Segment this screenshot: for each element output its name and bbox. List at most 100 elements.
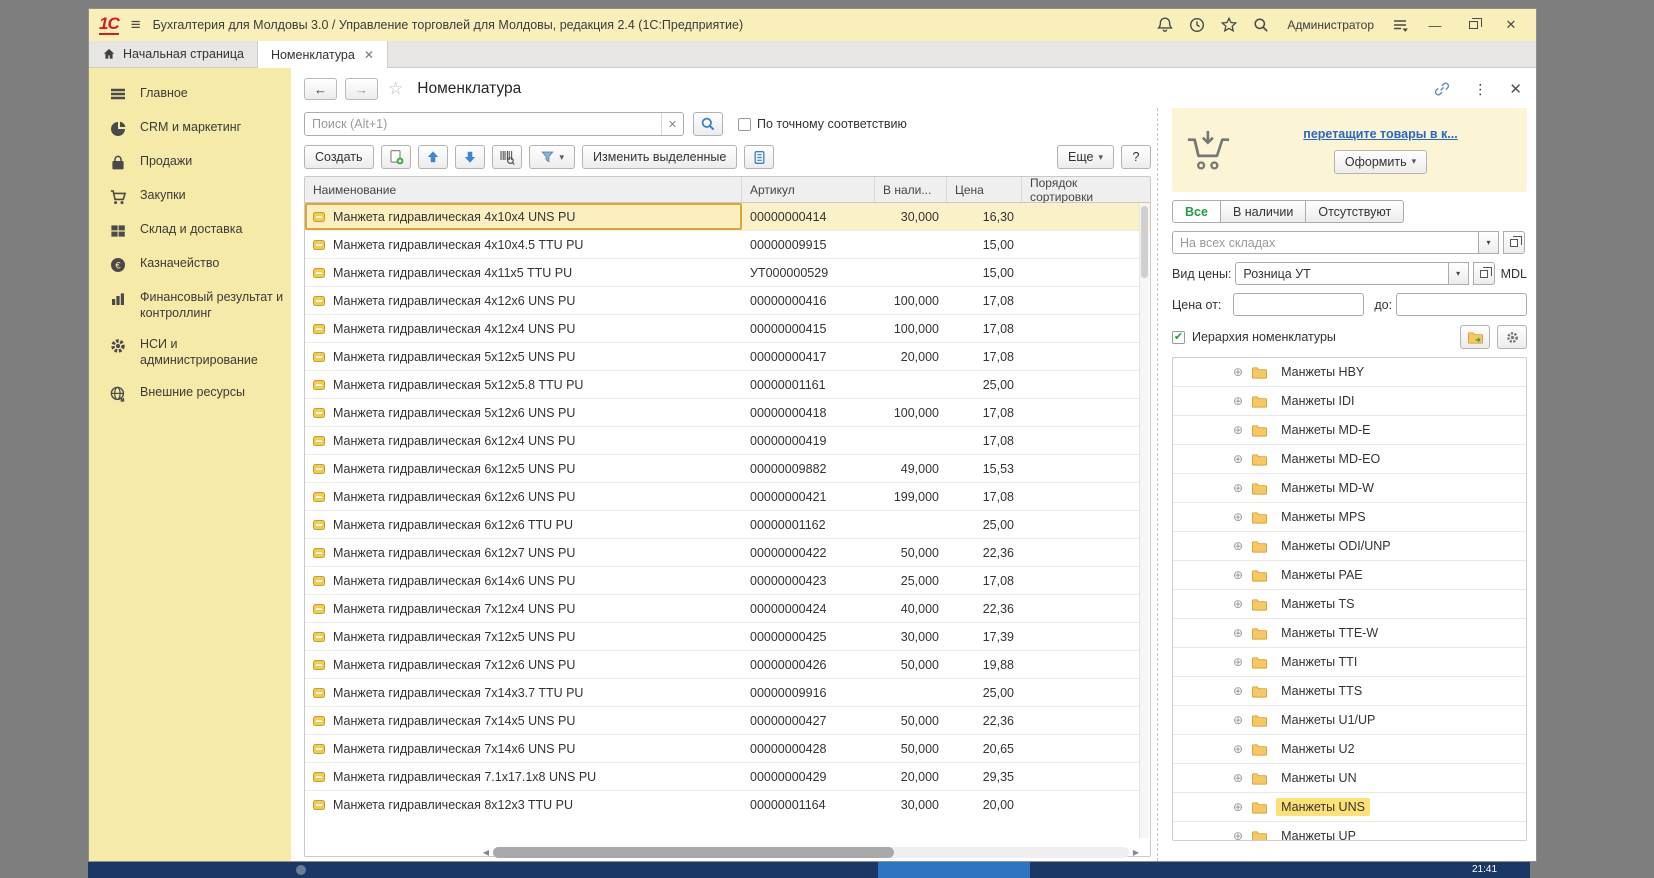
column-header-price[interactable]: Цена [947,177,1022,202]
sidebar-item-nsi-admin[interactable]: НСИ и администрирование [89,329,291,376]
expand-plus-icon[interactable]: ⊕ [1233,626,1243,640]
global-search-icon[interactable] [1251,15,1271,35]
table-row[interactable]: Манжета гидравлическая 6x12x4 UNS PU 000… [305,427,1150,455]
price-type-dropdown-icon[interactable]: ▾ [1449,262,1469,285]
table-row[interactable]: Манжета гидравлическая 7x14x5 UNS PU 000… [305,707,1150,735]
sidebar-item-sales[interactable]: Продажи [89,146,291,180]
tree-item[interactable]: ⊕ Манжеты TS [1173,590,1526,619]
table-row[interactable]: Манжета гидравлическая 6x12x5 UNS PU 000… [305,455,1150,483]
main-menu-icon[interactable]: ≡ [131,15,141,35]
table-row[interactable]: Манжета гидравлическая 5x12x5.8 TTU PU 0… [305,371,1150,399]
history-icon[interactable] [1187,15,1207,35]
cart-dropzone[interactable]: перетащите товары в к... Оформить ▾ [1172,108,1527,192]
tree-item[interactable]: ⊕ Манжеты PAE [1173,561,1526,590]
create-by-copy-button[interactable] [381,145,411,169]
move-down-button[interactable] [455,145,485,169]
expand-plus-icon[interactable]: ⊕ [1233,481,1243,495]
sidebar-item-crm[interactable]: CRM и маркетинг [89,112,291,146]
tree-item[interactable]: ⊕ Манжеты U2 [1173,735,1526,764]
taskbar[interactable]: 21:41 [88,862,1530,878]
taskbar-start-icon[interactable] [296,865,306,875]
tree-item[interactable]: ⊕ Манжеты UNS [1173,793,1526,822]
expand-plus-icon[interactable]: ⊕ [1233,423,1243,437]
checkout-button[interactable]: Оформить ▾ [1334,150,1427,174]
warehouse-input[interactable] [1180,236,1471,250]
tree-item[interactable]: ⊕ Манжеты HBY [1173,358,1526,387]
filter-button[interactable]: ▾ [529,145,576,169]
sidebar-item-external[interactable]: Внешние ресурсы [89,377,291,411]
close-form-icon[interactable]: ✕ [1509,80,1522,98]
column-header-stock[interactable]: В нали... [875,177,947,202]
expand-plus-icon[interactable]: ⊕ [1233,742,1243,756]
price-type-combo[interactable]: Розница УТ [1235,262,1448,285]
current-user[interactable]: Администратор [1287,18,1374,32]
table-row[interactable]: Манжета гидравлическая 7x14x6 UNS PU 000… [305,735,1150,763]
create-button[interactable]: Создать [304,145,374,169]
table-row[interactable]: Манжета гидравлическая 7x12x6 UNS PU 000… [305,651,1150,679]
expand-plus-icon[interactable]: ⊕ [1233,713,1243,727]
horizontal-scrollbar-thumb[interactable] [493,847,894,858]
sidebar-item-treasury[interactable]: € Казначейство [89,248,291,282]
warehouse-choose-button[interactable] [1503,231,1525,254]
horizontal-scroll-track[interactable] [493,847,1129,858]
tree-item[interactable]: ⊕ Манжеты MPS [1173,503,1526,532]
tree-item[interactable]: ⊕ Манжеты UN [1173,764,1526,793]
tree-item[interactable]: ⊕ Манжеты ODI/UNP [1173,532,1526,561]
expand-plus-icon[interactable]: ⊕ [1233,568,1243,582]
vertical-scrollbar-thumb[interactable] [1141,206,1148,278]
sidebar-item-main[interactable]: Главное [89,78,291,112]
column-header-sort-order[interactable]: Порядок сортировки [1022,177,1150,202]
scroll-left-icon[interactable]: ◀ [481,848,491,857]
search-input[interactable] [305,117,661,131]
tree-settings-button[interactable] [1497,325,1527,349]
tab-home[interactable]: Начальная страница [89,41,258,67]
get-link-icon[interactable] [1433,80,1451,98]
table-row[interactable]: Манжета гидравлическая 6x12x6 UNS PU 000… [305,483,1150,511]
expand-plus-icon[interactable]: ⊕ [1233,510,1243,524]
column-header-name[interactable]: Наименование [305,177,742,202]
drag-items-link[interactable]: перетащите товары в к... [1303,127,1457,141]
service-menu-icon[interactable] [1390,15,1410,35]
scroll-right-icon[interactable]: ▶ [1131,848,1141,857]
exact-match-checkbox[interactable]: По точному соответствию [738,117,907,131]
table-row[interactable]: Манжета гидравлическая 7x12x5 UNS PU 000… [305,623,1150,651]
expand-plus-icon[interactable]: ⊕ [1233,365,1243,379]
table-row[interactable]: Манжета гидравлическая 6x12x7 UNS PU 000… [305,539,1150,567]
back-button[interactable]: ← [304,78,337,100]
edit-selected-button[interactable]: Изменить выделенные [582,145,737,169]
restore-button[interactable] [1460,15,1486,35]
table-row[interactable]: Манжета гидравлическая 4x10x4.5 TTU PU 0… [305,231,1150,259]
tree-item[interactable]: ⊕ Манжеты TTS [1173,677,1526,706]
tree-item[interactable]: ⊕ Манжеты UP [1173,822,1526,841]
more-menu-icon[interactable]: ⋮ [1473,81,1487,98]
barcode-search-button[interactable] [492,145,522,169]
expand-plus-icon[interactable]: ⊕ [1233,829,1243,841]
tab-nomenclature[interactable]: Номенклатура ✕ [258,41,388,68]
favorites-star-icon[interactable] [1219,15,1239,35]
hierarchy-checkbox[interactable]: ✔ [1172,331,1185,344]
tree-item[interactable]: ⊕ Манжеты TTI [1173,648,1526,677]
tree-item[interactable]: ⊕ Манжеты TTE-W [1173,619,1526,648]
table-row[interactable]: Манжета гидравлическая 4x11x5 TTU PU УТ0… [305,259,1150,287]
table-row[interactable]: Манжета гидравлическая 5x12x5 UNS PU 000… [305,343,1150,371]
tab-all[interactable]: Все [1172,200,1221,223]
table-row[interactable]: Манжета гидравлическая 6x14x6 UNS PU 000… [305,567,1150,595]
table-row[interactable]: Манжета гидравлическая 4x12x6 UNS PU 000… [305,287,1150,315]
table-row[interactable]: Манжета гидравлическая 7.1x17.1x8 UNS PU… [305,763,1150,791]
expand-plus-icon[interactable]: ⊕ [1233,684,1243,698]
expand-plus-icon[interactable]: ⊕ [1233,539,1243,553]
clear-search-icon[interactable]: ✕ [661,113,683,135]
tree-item[interactable]: ⊕ Манжеты MD-EO [1173,445,1526,474]
help-button[interactable]: ? [1121,145,1151,169]
table-row[interactable]: Манжета гидравлическая 4x10x4 UNS PU 000… [305,203,1150,231]
sidebar-item-finresult[interactable]: Финансовый результат и контроллинг [89,282,291,329]
more-actions-button[interactable]: Еще ▾ [1057,145,1114,169]
table-row[interactable]: Манжета гидравлическая 4x12x4 UNS PU 000… [305,315,1150,343]
column-header-article[interactable]: Артикул [742,177,875,202]
table-row[interactable]: Манжета гидравлическая 8x12x3 TTU PU 000… [305,791,1150,815]
move-up-button[interactable] [418,145,448,169]
vertical-scrollbar[interactable] [1139,204,1149,838]
search-button[interactable] [693,112,723,136]
tree-item[interactable]: ⊕ Манжеты U1/UP [1173,706,1526,735]
price-from-input[interactable] [1233,293,1364,316]
